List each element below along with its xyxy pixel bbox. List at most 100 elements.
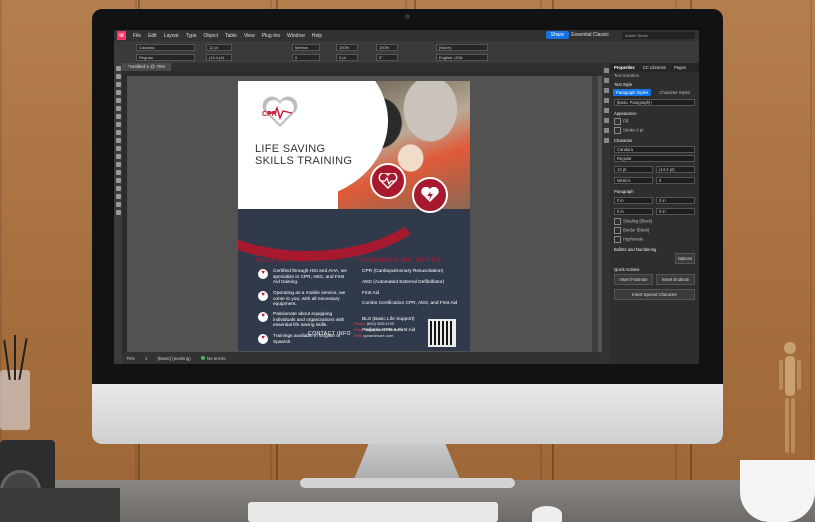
menu-plugins[interactable]: Plug-Ins: [262, 33, 280, 39]
line-tool-icon[interactable]: [115, 106, 121, 111]
style-indicator[interactable]: [Basic] (working): [158, 356, 191, 361]
shading-checkbox[interactable]: [614, 218, 621, 225]
horizontal-scale-field[interactable]: 100%: [376, 44, 398, 51]
gap-tool-icon[interactable]: [115, 90, 121, 95]
border-checkbox[interactable]: [614, 227, 621, 234]
insert-footnote-button[interactable]: Insert Footnote: [614, 274, 653, 285]
fill-row[interactable]: Fill: [610, 117, 699, 126]
type-tool-icon[interactable]: [115, 98, 121, 103]
page-tool-icon[interactable]: [115, 82, 121, 87]
note-tool-icon[interactable]: [115, 170, 121, 175]
leading-field[interactable]: (14.4 pt): [206, 54, 232, 61]
screen-mode-icon[interactable]: [115, 210, 121, 215]
tracking-field[interactable]: 0: [292, 54, 320, 61]
space-after-field[interactable]: 0 in: [656, 208, 695, 215]
menu-table[interactable]: Table: [225, 33, 237, 39]
appearance-heading: Appearance: [614, 111, 637, 116]
stroke-row[interactable]: Stroke 0 pt: [610, 126, 699, 135]
hyphenate-row[interactable]: Hyphenate: [610, 235, 699, 244]
gradient-panel-icon[interactable]: [603, 128, 609, 133]
hand-tool-icon[interactable]: [115, 186, 121, 191]
menu-window[interactable]: Window: [287, 33, 305, 39]
gradient-tool-icon[interactable]: [115, 162, 121, 167]
paragraph-style-field[interactable]: [Basic Paragraph]+: [614, 99, 695, 106]
paragraph-styles-button[interactable]: Paragraph Styles: [613, 89, 652, 96]
baseline-shift-field[interactable]: 0 pt: [336, 54, 358, 61]
border-row[interactable]: Border [Black]: [610, 226, 699, 235]
pen-tool-icon[interactable]: [115, 114, 121, 119]
zoom-tool-icon[interactable]: [115, 194, 121, 199]
space-before-field[interactable]: 0 in: [614, 208, 653, 215]
color-panel-icon[interactable]: [603, 118, 609, 123]
menu-view[interactable]: View: [244, 33, 255, 39]
insert-special-character-button[interactable]: Insert Special Character: [614, 289, 695, 300]
tab-pages[interactable]: Pages: [674, 65, 686, 70]
help-search-input[interactable]: Adobe Stock: [622, 32, 695, 39]
direct-selection-tool-icon[interactable]: [115, 74, 121, 79]
tab-cc-libraries[interactable]: CC Libraries: [643, 65, 666, 70]
kerning-field[interactable]: Metrics: [292, 44, 320, 51]
language-field[interactable]: English: USA: [436, 54, 488, 61]
hyphenate-checkbox[interactable]: [614, 236, 621, 243]
menu-object[interactable]: Object: [204, 33, 218, 39]
contact-phone: Phone (800) 555-0199: [354, 321, 394, 326]
menu-edit[interactable]: Edit: [148, 33, 157, 39]
offer-item: Combo Certification CPR, AED, and First …: [362, 301, 458, 306]
heartbeat-badge-icon: [370, 163, 406, 199]
effects-panel-icon[interactable]: [603, 138, 609, 143]
border-label: Border: [623, 227, 636, 233]
links-panel-icon[interactable]: [603, 88, 609, 93]
panel-size-field[interactable]: 12 pt: [614, 166, 653, 173]
swatches-panel-icon[interactable]: [603, 108, 609, 113]
document-tab-bar: *Untitled-1 @ 75%: [122, 63, 602, 71]
tab-properties[interactable]: Properties: [614, 65, 635, 70]
panel-style-field[interactable]: Regular: [614, 155, 695, 162]
font-size-field[interactable]: 12 pt: [206, 44, 232, 51]
flyer-page[interactable]: CPR LIFE SAVING SKILLS TRAINING WHO WE A…: [238, 81, 470, 351]
shading-color[interactable]: [Black]: [640, 219, 653, 224]
panel-font-field[interactable]: Candara: [614, 146, 695, 153]
character-styles-button[interactable]: Character Styles: [655, 89, 694, 96]
character-style-field[interactable]: [None]: [436, 44, 488, 51]
preflight-status[interactable]: No errors: [200, 355, 226, 361]
free-transform-tool-icon[interactable]: [115, 154, 121, 159]
menu-help[interactable]: Help: [312, 33, 322, 39]
font-style-field[interactable]: Regular: [136, 54, 195, 61]
stroke-panel-icon[interactable]: [603, 98, 609, 103]
panel-leading-field[interactable]: (14.4 pt): [656, 166, 695, 173]
document-tab[interactable]: *Untitled-1 @ 75%: [122, 63, 172, 71]
font-family-field[interactable]: Candara: [136, 44, 195, 51]
zoom-level[interactable]: 75%: [126, 356, 135, 361]
page-number[interactable]: 1: [145, 356, 148, 361]
pencil-tool-icon[interactable]: [115, 122, 121, 127]
rectangle-tool-icon[interactable]: [115, 138, 121, 143]
layers-panel-icon[interactable]: [603, 78, 609, 83]
fill-stroke-icon[interactable]: [115, 202, 121, 207]
pages-panel-icon[interactable]: [603, 68, 609, 73]
border-color[interactable]: [Black]: [637, 228, 650, 233]
menu-layout[interactable]: Layout: [164, 33, 179, 39]
share-button[interactable]: Share: [545, 31, 569, 39]
menu-type[interactable]: Type: [186, 33, 197, 39]
shading-row[interactable]: Shading [Black]: [610, 217, 699, 226]
rectangle-frame-tool-icon[interactable]: [115, 130, 121, 135]
insert-endnote-button[interactable]: Insert Endnote: [656, 274, 695, 285]
flyer-headline[interactable]: LIFE SAVING SKILLS TRAINING: [255, 143, 365, 167]
left-indent-field[interactable]: 0 in: [614, 197, 653, 204]
workspace-switcher[interactable]: Essential Classic: [571, 32, 609, 38]
vertical-scrollbar[interactable]: [592, 76, 598, 352]
stroke-weight[interactable]: 0 pt: [636, 128, 643, 133]
menu-file[interactable]: File: [133, 33, 141, 39]
scissors-tool-icon[interactable]: [115, 146, 121, 151]
bullets-options-button[interactable]: Options: [674, 253, 695, 264]
vertical-scale-field[interactable]: 100%: [336, 44, 358, 51]
eyedropper-tool-icon[interactable]: [115, 178, 121, 183]
notebook: [0, 488, 120, 522]
panel-kerning-field[interactable]: Metrics: [614, 177, 653, 184]
selection-tool-icon[interactable]: [115, 66, 121, 71]
right-indent-field[interactable]: 0 in: [656, 197, 695, 204]
skew-field[interactable]: 0°: [376, 54, 398, 61]
who-item: ♥ Operating as a mobile service, we come…: [258, 291, 348, 308]
panel-tracking-field[interactable]: 0: [656, 177, 695, 184]
monitor-chin: [92, 384, 723, 444]
